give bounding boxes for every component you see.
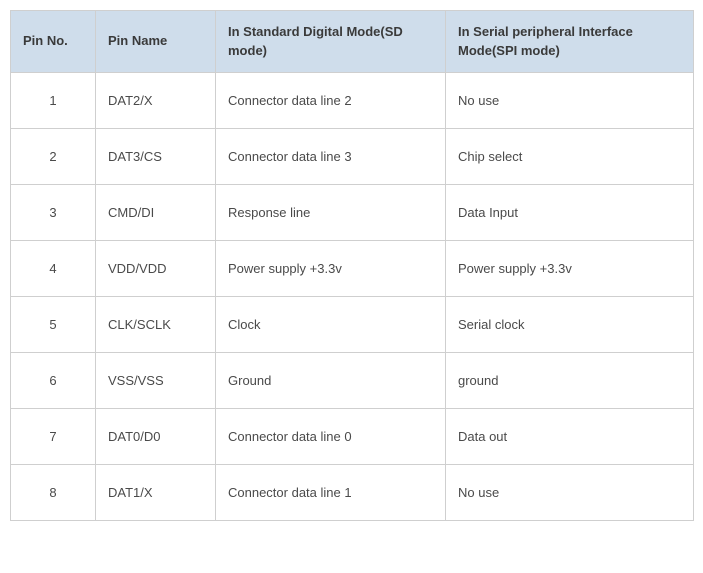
table-row: 2 DAT3/CS Connector data line 3 Chip sel… [11, 129, 694, 185]
cell-pin-name: DAT2/X [96, 73, 216, 129]
cell-sd-mode: Response line [216, 185, 446, 241]
cell-sd-mode: Connector data line 1 [216, 465, 446, 521]
cell-sd-mode: Ground [216, 353, 446, 409]
cell-sd-mode: Connector data line 2 [216, 73, 446, 129]
cell-spi-mode: No use [446, 465, 694, 521]
pin-definition-table: Pin No. Pin Name In Standard Digital Mod… [10, 10, 694, 521]
cell-pin-name: DAT1/X [96, 465, 216, 521]
cell-pin-no: 8 [11, 465, 96, 521]
table-row: 5 CLK/SCLK Clock Serial clock [11, 297, 694, 353]
cell-pin-name: VSS/VSS [96, 353, 216, 409]
header-spi-mode: In Serial peripheral Interface Mode(SPI … [446, 11, 694, 73]
cell-spi-mode: Serial clock [446, 297, 694, 353]
cell-pin-name: VDD/VDD [96, 241, 216, 297]
cell-pin-name: CLK/SCLK [96, 297, 216, 353]
cell-sd-mode: Clock [216, 297, 446, 353]
cell-sd-mode: Connector data line 3 [216, 129, 446, 185]
cell-spi-mode: ground [446, 353, 694, 409]
cell-pin-name: CMD/DI [96, 185, 216, 241]
cell-spi-mode: No use [446, 73, 694, 129]
table-row: 6 VSS/VSS Ground ground [11, 353, 694, 409]
cell-pin-no: 3 [11, 185, 96, 241]
table-header-row: Pin No. Pin Name In Standard Digital Mod… [11, 11, 694, 73]
table-row: 7 DAT0/D0 Connector data line 0 Data out [11, 409, 694, 465]
cell-spi-mode: Data out [446, 409, 694, 465]
cell-spi-mode: Power supply +3.3v [446, 241, 694, 297]
cell-pin-no: 2 [11, 129, 96, 185]
cell-pin-name: DAT3/CS [96, 129, 216, 185]
header-pin-name: Pin Name [96, 11, 216, 73]
cell-pin-no: 1 [11, 73, 96, 129]
header-sd-mode: In Standard Digital Mode(SD mode) [216, 11, 446, 73]
cell-sd-mode: Connector data line 0 [216, 409, 446, 465]
table-row: 1 DAT2/X Connector data line 2 No use [11, 73, 694, 129]
table-row: 8 DAT1/X Connector data line 1 No use [11, 465, 694, 521]
cell-pin-no: 4 [11, 241, 96, 297]
cell-pin-no: 7 [11, 409, 96, 465]
cell-sd-mode: Power supply +3.3v [216, 241, 446, 297]
cell-pin-no: 6 [11, 353, 96, 409]
table-row: 3 CMD/DI Response line Data Input [11, 185, 694, 241]
cell-spi-mode: Data Input [446, 185, 694, 241]
table-row: 4 VDD/VDD Power supply +3.3v Power suppl… [11, 241, 694, 297]
cell-pin-name: DAT0/D0 [96, 409, 216, 465]
cell-spi-mode: Chip select [446, 129, 694, 185]
header-pin-no: Pin No. [11, 11, 96, 73]
cell-pin-no: 5 [11, 297, 96, 353]
